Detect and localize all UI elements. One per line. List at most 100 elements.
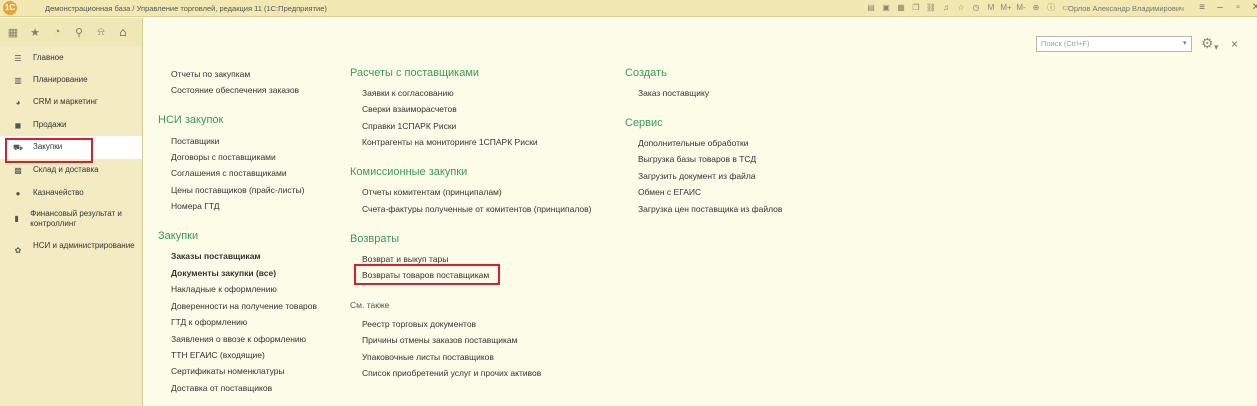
- memory-icon[interactable]: M: [985, 2, 997, 14]
- history-icon[interactable]: ◔: [50, 26, 64, 38]
- link-spark-monitoring[interactable]: Контрагенты на мониторинге 1СПАРК Риски: [362, 137, 538, 147]
- section-title-see-also: См. также: [350, 300, 390, 310]
- coin-icon: ●: [15, 188, 21, 198]
- sidebar-item-label: НСИ и администрирование: [33, 241, 135, 251]
- link-proxies[interactable]: Доверенности на получение товаров: [171, 301, 317, 311]
- minimize-icon[interactable]: –: [1213, 1, 1227, 15]
- bell-icon[interactable]: ♫: [940, 2, 952, 14]
- sidebar: ☰ Главное ▥ Планирование ◕ CRM и маркети…: [0, 46, 143, 406]
- chevron-down-icon[interactable]: ▾: [1214, 42, 1219, 53]
- title-bar: 1С Демонстрационная база / Управление то…: [0, 0, 1257, 17]
- link-trade-docs-registry[interactable]: Реестр торговых документов: [362, 319, 476, 329]
- home-icon[interactable]: ⌂: [116, 25, 130, 39]
- link-supplier-contracts[interactable]: Договоры с поставщиками: [171, 152, 276, 162]
- chart-bars-icon: ▥: [14, 75, 22, 85]
- history-icon[interactable]: ◷: [970, 2, 982, 14]
- link-create-supplier-order[interactable]: Заказ поставщику: [638, 88, 709, 98]
- link-supplier-agreements[interactable]: Соглашения с поставщиками: [171, 168, 287, 178]
- link-purchase-documents[interactable]: Документы закупки (все): [171, 268, 276, 278]
- link-icon[interactable]: ⛓: [925, 2, 937, 14]
- close-icon[interactable]: ✕: [1249, 1, 1257, 15]
- chevron-down-icon[interactable]: ▾: [1183, 37, 1191, 51]
- section-title-commission: Комиссионные закупки: [350, 166, 468, 178]
- link-gtd-numbers[interactable]: Номера ГТД: [171, 201, 220, 211]
- section-title-service: Сервис: [625, 117, 663, 129]
- sidebar-item-label: Финансовый результат и контроллинг: [30, 209, 122, 229]
- sidebar-item-sales[interactable]: ◼ Продажи: [0, 114, 142, 137]
- sidebar-item-planning[interactable]: ▥ Планирование: [0, 69, 142, 92]
- link-invoices-to-process[interactable]: Накладные к оформлению: [171, 284, 277, 294]
- link-services-acquisitions[interactable]: Список приобретений услуг и прочих актив…: [362, 368, 541, 378]
- sidebar-item-treasury[interactable]: ● Казначейство: [0, 182, 142, 205]
- menu-icon[interactable]: ≡: [1195, 1, 1209, 15]
- link-gtd-to-process[interactable]: ГТД к оформлению: [171, 317, 247, 327]
- sidebar-item-main[interactable]: ☰ Главное: [0, 46, 142, 69]
- link-egais-exchange[interactable]: Обмен с ЕГАИС: [638, 187, 701, 197]
- window-controls: ≡ – ▫ ✕: [1195, 1, 1257, 15]
- settings-icon[interactable]: ⚙: [1201, 35, 1214, 52]
- app-logo[interactable]: 1С: [3, 1, 17, 15]
- save-icon-2[interactable]: ▦: [895, 2, 907, 14]
- grid-icon[interactable]: ▦: [6, 26, 20, 39]
- user-name[interactable]: Орлов Александр Владимирович: [1068, 4, 1184, 13]
- main-toolbar: ▦ ★ ◔ ⚲ ⍾ ⌂: [0, 18, 143, 46]
- bag-icon: ◼: [14, 120, 22, 130]
- link-container-return[interactable]: Возврат и выкуп тары: [362, 254, 448, 264]
- sidebar-item-label: Планирование: [33, 74, 88, 84]
- search-input[interactable]: Поиск (Ctrl+F): [1036, 36, 1192, 52]
- link-extra-processing[interactable]: Дополнительные обработки: [638, 138, 748, 148]
- window-title: Демонстрационная база / Управление торго…: [45, 3, 327, 13]
- highlight-frame-returns: [354, 264, 500, 285]
- close-icon[interactable]: ×: [1231, 37, 1238, 51]
- highlight-frame-sidebar: [5, 138, 93, 163]
- print-icon[interactable]: ▤: [865, 2, 877, 14]
- link-requests-approval[interactable]: Заявки к согласованию: [362, 88, 454, 98]
- link-tsd-export[interactable]: Выгрузка базы товаров в ТСД: [638, 154, 756, 164]
- maximize-icon[interactable]: ▫: [1231, 1, 1245, 15]
- link-spark-reports[interactable]: Справки 1СПАРК Риски: [362, 121, 456, 131]
- bell-icon[interactable]: ⍾: [94, 26, 108, 39]
- pie-icon: ◕: [15, 98, 21, 108]
- link-packing-lists[interactable]: Упаковочные листы поставщиков: [362, 352, 494, 362]
- title-toolbar: ▤ ▣ ▦ ❐ ⛓ ♫ ☆ ◷ M M+ M- ⊕ ⓘ ▭: [865, 2, 1072, 14]
- link-supplier-prices[interactable]: Цены поставщиков (прайс-листы): [171, 185, 304, 195]
- link-order-cancel-reasons[interactable]: Причины отмены заказов поставщикам: [362, 335, 518, 345]
- link-orders-supply-status[interactable]: Состояние обеспечения заказов: [171, 85, 299, 95]
- star-icon[interactable]: ★: [28, 26, 42, 39]
- warehouse-icon: ▩: [14, 165, 22, 175]
- gear-icon: ✿: [14, 246, 22, 256]
- link-egais-ttn[interactable]: ТТН ЕГАИС (входящие): [171, 350, 265, 360]
- link-import-statements[interactable]: Заявления о ввозе к оформлению: [171, 334, 306, 344]
- memory-plus-icon[interactable]: M+: [1000, 2, 1012, 14]
- link-purchase-reports[interactable]: Отчеты по закупкам: [171, 69, 250, 79]
- search-icon[interactable]: ⚲: [72, 26, 86, 39]
- link-consignor-invoices[interactable]: Счета-фактуры полученные от комитентов (…: [362, 204, 591, 214]
- zoom-icon[interactable]: ⊕: [1030, 2, 1042, 14]
- menu-lines-icon: ☰: [14, 54, 22, 63]
- sidebar-item-admin[interactable]: ✿ НСИ и администрирование: [0, 238, 142, 268]
- sidebar-item-finance[interactable]: ▮ Финансовый результат и контроллинг: [0, 204, 142, 238]
- main-content: Поиск (Ctrl+F) ▾ ⚙ ▾ × Отчеты по закупка…: [143, 18, 1257, 406]
- sidebar-item-label: Главное: [33, 53, 64, 62]
- link-supplier-delivery[interactable]: Доставка от поставщиков: [171, 383, 272, 393]
- section-title-returns: Возвраты: [350, 233, 400, 245]
- link-suppliers[interactable]: Поставщики: [171, 136, 219, 146]
- section-title-create: Создать: [625, 67, 667, 79]
- section-title-settlements: Расчеты с поставщиками: [350, 67, 480, 79]
- memory-minus-icon[interactable]: M-: [1015, 2, 1027, 14]
- link-load-supplier-prices[interactable]: Загрузка цен поставщика из файлов: [638, 204, 782, 214]
- link-supplier-orders[interactable]: Заказы поставщикам: [171, 251, 261, 261]
- info-icon[interactable]: ⓘ: [1045, 2, 1057, 14]
- section-title-purchases: Закупки: [158, 230, 199, 242]
- sidebar-item-label: Казначейство: [33, 187, 84, 197]
- copy-icon[interactable]: ❐: [910, 2, 922, 14]
- star-icon[interactable]: ☆: [955, 2, 967, 14]
- bar-chart-icon: ▮: [14, 214, 19, 224]
- save-icon[interactable]: ▣: [880, 2, 892, 14]
- section-title-nsi: НСИ закупок: [158, 114, 224, 126]
- sidebar-item-crm[interactable]: ◕ CRM и маркетинг: [0, 91, 142, 114]
- link-load-document[interactable]: Загрузить документ из файла: [638, 171, 756, 181]
- link-consignor-reports[interactable]: Отчеты комитентам (принципалам): [362, 187, 502, 197]
- link-reconciliations[interactable]: Сверки взаиморасчетов: [362, 104, 457, 114]
- link-certificates[interactable]: Сертификаты номенклатуры: [171, 366, 285, 376]
